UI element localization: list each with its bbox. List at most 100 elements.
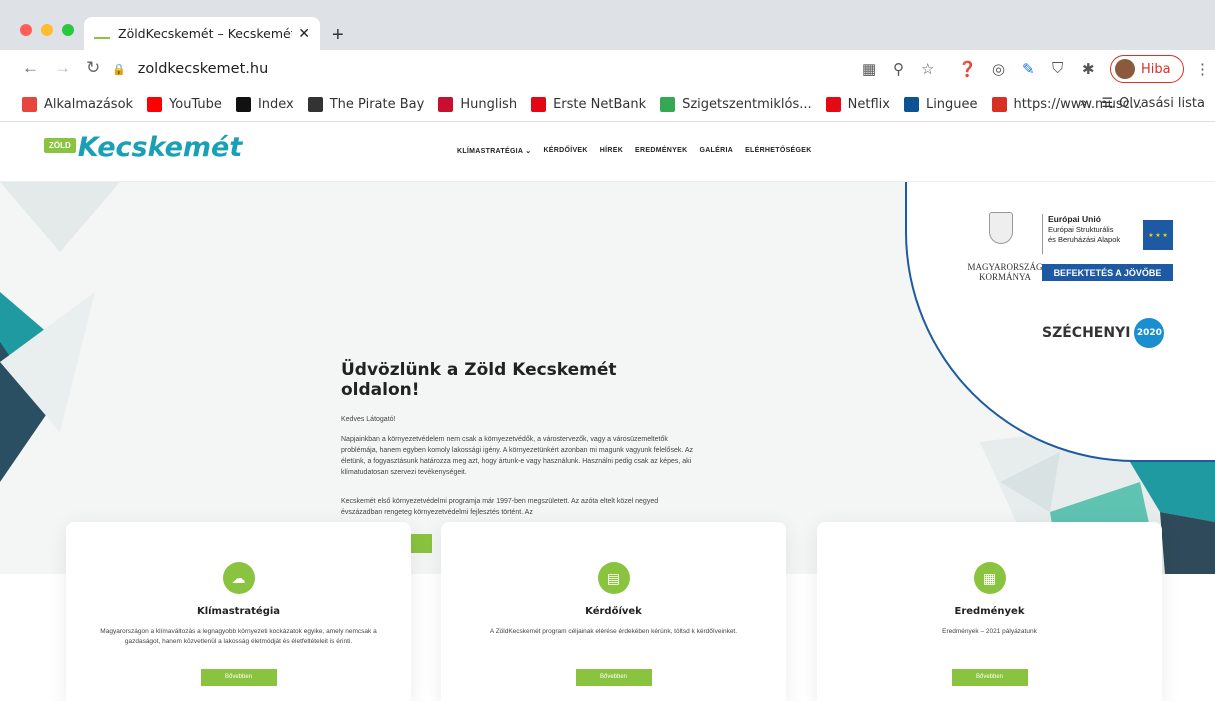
bookmark-label: Szigetszentmiklós... (682, 97, 812, 112)
favicon-icon (94, 29, 110, 39)
tab-strip: ZöldKecskemét – Kecskemét ö ✕ + (0, 0, 1215, 50)
bookmark-favicon-icon (438, 97, 454, 112)
eu-title: Európai Unió (1048, 214, 1101, 224)
card-title: Klímastratégia (196, 606, 281, 617)
menu-icon[interactable]: ⋮ (1195, 60, 1210, 78)
puzzle-icon[interactable]: ✱ (1082, 60, 1095, 78)
star-icon[interactable]: ☆ (921, 60, 934, 78)
bookmark-label: Linguee (925, 97, 978, 112)
card-eredmenyek: ▦ Eredmények Eredmények – 2021 pályázatu… (817, 522, 1162, 701)
szechenyi-2020-badge: 2020 (1134, 318, 1165, 348)
nav-item[interactable]: GALÉRIA (699, 147, 733, 155)
nav-item[interactable]: ELÉRHETŐSÉGEK (745, 147, 812, 155)
close-tab-icon[interactable]: ✕ (298, 25, 310, 42)
eu-text-box: Európai Unió Európai Strukturális és Ber… (1042, 214, 1138, 254)
tab-title: ZöldKecskemét – Kecskemét ö (118, 26, 293, 41)
gov-line-1: MAGYARORSZÁG (967, 262, 1043, 272)
card-title: Eredmények (954, 606, 1025, 617)
weather-icon: ☁ (222, 562, 255, 594)
bookmark-item[interactable]: Erste NetBank (531, 97, 646, 112)
bookmark-label: Alkalmazások (44, 97, 134, 112)
zoom-icon[interactable]: ⚲ (893, 60, 904, 78)
nav-item[interactable]: KÉRDŐÍVEK (543, 147, 587, 155)
forward-icon[interactable]: → (54, 58, 71, 78)
card-text: A ZöldKecskemét program céljainak elérés… (489, 628, 738, 635)
bookmark-item[interactable]: The Pirate Bay (307, 97, 425, 112)
reading-list-icon[interactable]: ☰ (1102, 96, 1114, 111)
profile-button[interactable]: Hiba (1110, 55, 1184, 83)
hungarian-crest-icon (989, 212, 1013, 244)
back-icon[interactable]: ← (22, 58, 39, 78)
bookmark-item[interactable]: Alkalmazások (22, 97, 133, 112)
bookmark-label: YouTube (169, 97, 222, 112)
bookmark-item[interactable]: Index (235, 97, 294, 112)
more-button[interactable]: Bővebben (951, 669, 1028, 686)
szechenyi-logo: SZÉCHENYI 2020 (1042, 318, 1165, 348)
bookmark-item[interactable]: Szigetszentmiklós... (660, 97, 812, 112)
bookmark-favicon-icon (903, 97, 919, 112)
lock-icon: 🔒 (112, 62, 126, 76)
extension-help-icon[interactable]: ❓ (958, 60, 977, 78)
maximize-window-button[interactable] (62, 24, 74, 36)
hero-greeting: Kedves Látogató! (341, 416, 396, 423)
address-bar[interactable]: 🔒 zoldkecskemet.hu (112, 55, 842, 83)
close-window-button[interactable] (20, 24, 32, 36)
new-tab-button[interactable]: + (332, 24, 344, 47)
card-title: Kérdőívek (585, 606, 642, 617)
reading-list-label[interactable]: Olvasási lista (1119, 96, 1205, 111)
eu-line-2: és Beruházási Alapok (1048, 235, 1121, 244)
page-content: ZÖLD Kecskemét KLÍMASTRATÉGIA ⌄ KÉRDŐÍVEK… (0, 122, 1215, 701)
shield-extension-icon[interactable]: ⛉ (1052, 60, 1063, 77)
more-button[interactable]: Bővebben (575, 669, 652, 686)
government-label: MAGYARORSZÁG KORMÁNYA (955, 262, 1055, 282)
bookmark-item[interactable]: YouTube (147, 97, 222, 112)
card-text: Eredmények – 2021 pályázatunk (942, 628, 1037, 635)
url-text: zoldkecskemet.hu (137, 61, 269, 77)
site-logo[interactable]: ZÖLD Kecskemét (44, 132, 242, 163)
bookmarks-bar: Alkalmazások YouTube Index The Pirate Bay Hu… (0, 88, 1215, 122)
bookmarks-overflow-button[interactable]: » (1080, 96, 1088, 111)
bookmark-label: Index (257, 97, 294, 112)
bookmark-label: Hunglish (460, 97, 518, 112)
profile-label: Hiba (1141, 61, 1171, 77)
gov-line-2: KORMÁNYA (978, 272, 1031, 282)
nav-item[interactable]: EREDMÉNYEK (635, 147, 687, 155)
apps-grid-icon[interactable]: ▦ (862, 60, 876, 78)
nav-item[interactable]: KLÍMASTRATÉGIA ⌄ (457, 147, 531, 155)
bookmark-favicon-icon (825, 97, 841, 112)
results-icon: ▦ (973, 562, 1006, 594)
bookmark-favicon-icon (991, 97, 1007, 112)
hero-paragraph-2: Kecskemét első környezetvédelmi programj… (341, 498, 659, 516)
szechenyi-text: SZÉCHENYI (1042, 325, 1131, 341)
hero-section: MAGYARORSZÁG KORMÁNYA Európai Unió Európ… (0, 182, 1215, 574)
bookmark-item[interactable]: Netflix (825, 97, 890, 112)
site-header: ZÖLD Kecskemét KLÍMASTRATÉGIA ⌄ KÉRDŐÍVEK… (0, 122, 1215, 182)
avatar (1115, 59, 1135, 79)
logo-text: Kecskemét (77, 132, 243, 163)
bookmark-favicon-icon (22, 97, 37, 112)
hero-text: Üdvözlünk a Zöld Kecskemét oldalon! Kedv… (341, 360, 696, 526)
bookmark-favicon-icon (235, 97, 251, 112)
card-kerdoivek: ▤ Kérdőívek A ZöldKecskemét program célj… (441, 522, 786, 701)
invest-banner: BEFEKTETÉS A JÖVŐBE (1042, 264, 1173, 281)
nav-item[interactable]: HÍREK (600, 147, 623, 155)
bookmark-label: The Pirate Bay (329, 97, 425, 112)
bookmark-label: Erste NetBank (553, 97, 647, 112)
bookmark-favicon-icon (531, 97, 547, 112)
hero-title: Üdvözlünk a Zöld Kecskemét oldalon! (341, 360, 617, 400)
active-tab[interactable]: ZöldKecskemét – Kecskemét ö ✕ (84, 17, 320, 50)
bookmark-item[interactable]: Linguee (903, 97, 978, 112)
more-button[interactable]: Bővebben (200, 669, 277, 686)
minimize-window-button[interactable] (41, 24, 53, 36)
bookmark-item[interactable]: Hunglish (438, 97, 517, 112)
pen-extension-icon[interactable]: ✎ (1022, 60, 1035, 78)
extension-icon[interactable]: ◎ (992, 60, 1005, 78)
browser-chrome: ZöldKecskemét – Kecskemét ö ✕ + ← → ↻ 🔒 … (0, 0, 1215, 122)
bookmark-label: Netflix (847, 97, 890, 112)
main-nav: KLÍMASTRATÉGIA ⌄ KÉRDŐÍVEK HÍREK EREDMÉNYEK… (457, 147, 812, 155)
eu-flag-icon: ★ ★ ★ (1143, 220, 1173, 250)
logo-badge: ZÖLD (44, 138, 76, 153)
reload-icon[interactable]: ↻ (86, 58, 100, 78)
eu-line-1: Európai Strukturális (1048, 225, 1114, 234)
bookmark-favicon-icon (147, 97, 163, 112)
